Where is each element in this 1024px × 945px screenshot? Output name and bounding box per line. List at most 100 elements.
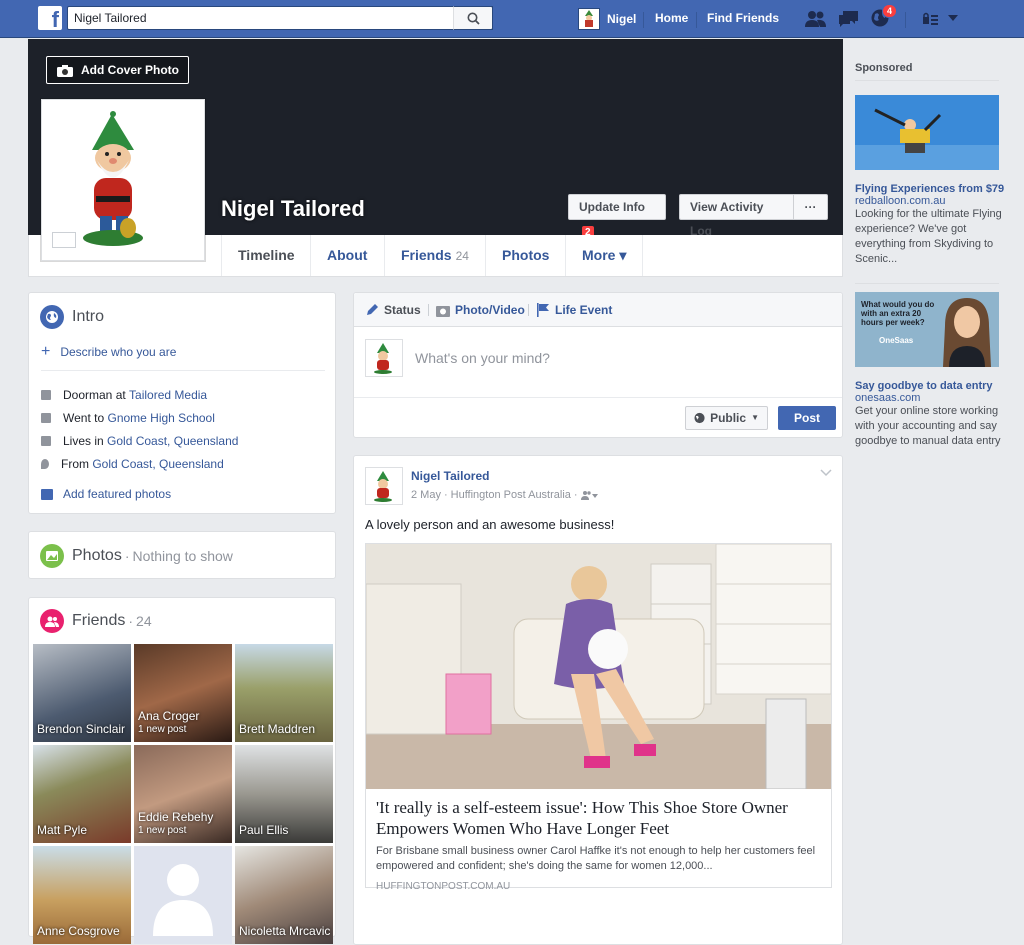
friend-tile[interactable]: Ana Croger 1 new post [134, 644, 232, 742]
tab-friends-label: Friends [401, 247, 452, 263]
ad-description: Get your online store working with your … [855, 405, 1001, 447]
tab-friends[interactable]: Friends 24 [384, 235, 485, 276]
tab-friends-count: 24 [455, 249, 469, 263]
lives-link[interactable]: Gold Coast, Queensland [107, 434, 238, 448]
post-composer: Status Photo/Video Life Event What's on … [353, 292, 843, 438]
tab-more[interactable]: More ▾ [565, 235, 644, 276]
ad-headline[interactable]: Flying Experiences from $79 [855, 183, 1005, 195]
composer-tab-photo-video[interactable]: Photo/Video [436, 303, 525, 317]
intro-card: Intro + Describe who you are Doorman at … [28, 292, 336, 514]
default-avatar-icon [153, 864, 213, 936]
composer-tab-life-event[interactable]: Life Event [536, 303, 612, 317]
friend-tile[interactable]: Matt Pyle [33, 745, 131, 843]
briefcase-icon [41, 390, 51, 400]
update-info-label: Update Info [579, 200, 645, 214]
account-menu-chevron-down-icon[interactable] [948, 15, 958, 22]
friends-audience-icon[interactable] [580, 490, 599, 500]
post-source[interactable]: Huffington Post Australia [451, 489, 571, 501]
friend-tile[interactable]: Anne Cosgrove [33, 846, 131, 944]
post-button[interactable]: Post [778, 406, 836, 430]
home-link[interactable]: Home [655, 0, 688, 38]
update-info-button[interactable]: Update Info2 [568, 194, 666, 239]
post-author-name[interactable]: Nigel Tailored [411, 469, 489, 483]
woman-portrait-image [943, 298, 991, 367]
ad-block[interactable]: Say goodbye to data entry onesaas.com Ge… [855, 380, 1005, 449]
messages-icon[interactable] [838, 9, 860, 29]
friend-tile[interactable] [134, 846, 232, 944]
from-link[interactable]: Gold Coast, Queensland [92, 457, 223, 471]
describe-who-you-are-link[interactable]: + Describe who you are [41, 343, 176, 361]
photos-empty-text: Nothing to show [132, 548, 233, 564]
tab-about[interactable]: About [310, 235, 383, 276]
search-input[interactable]: Nigel Tailored [67, 6, 493, 30]
link-domain: HUFFINGTONPOST.COM.AU [376, 881, 511, 892]
composer-avatar [365, 339, 403, 377]
ad-block[interactable]: Flying Experiences from $79 redballoon.c… [855, 183, 1005, 267]
friend-name: Ana Croger 1 new post [138, 709, 200, 736]
ad-headline[interactable]: Say goodbye to data entry [855, 380, 1005, 392]
post-date[interactable]: 2 May [411, 489, 441, 501]
nav-user-name: Nigel [607, 12, 637, 26]
post-author-avatar[interactable] [365, 467, 403, 505]
friend-tile[interactable]: Paul Ellis [235, 745, 333, 843]
friends-header[interactable]: Friends · 24 [40, 609, 152, 633]
privacy-shortcuts-icon[interactable] [922, 12, 940, 26]
sponsored-title: Sponsored [855, 62, 999, 81]
facebook-logo-icon[interactable]: f [38, 6, 62, 30]
friend-tile[interactable]: Nicoletta Mrcavic [235, 846, 333, 944]
link-preview[interactable]: 'It really is a self-esteem issue': How … [365, 543, 832, 892]
post-meta: 2 May · Huffington Post Australia · [411, 489, 599, 501]
location-pin-icon [41, 459, 49, 469]
photo-camera-icon [436, 305, 450, 317]
life-event-label: Life Event [555, 303, 613, 317]
tab-about-label: About [327, 247, 368, 263]
link-description: For Brisbane small business owner Carol … [376, 845, 816, 872]
profile-camera-icon[interactable] [52, 232, 76, 248]
work-place-link[interactable]: Tailored Media [129, 388, 207, 402]
ad-image[interactable] [855, 95, 999, 170]
add-cover-photo-button[interactable]: Add Cover Photo [46, 56, 189, 84]
profile-picture[interactable] [41, 99, 205, 261]
sponsored-section: Sponsored [855, 62, 999, 81]
search-button[interactable] [453, 6, 493, 30]
nav-divider [643, 12, 644, 28]
tab-photos[interactable]: Photos [485, 235, 565, 276]
friend-tile[interactable]: Brett Maddren [235, 644, 333, 742]
composer-tab-status[interactable]: Status [365, 303, 421, 317]
friend-requests-icon[interactable] [805, 9, 827, 29]
tab-photos-label: Photos [502, 247, 550, 263]
profile-name[interactable]: Nigel Tailored [221, 196, 365, 222]
add-cover-photo-label: Add Cover Photo [81, 63, 179, 77]
feed-post: Nigel Tailored 2 May · Huffington Post A… [353, 455, 843, 945]
nav-divider [696, 12, 697, 28]
friend-tile[interactable]: Eddie Rebehy 1 new post [134, 745, 232, 843]
more-options-button[interactable]: ··· [793, 194, 828, 220]
ad-url[interactable]: onesaas.com [855, 392, 1005, 404]
friends-title: Friends [72, 612, 126, 629]
school-icon [41, 413, 51, 423]
audience-selector[interactable]: Public ▼ [685, 406, 768, 430]
composer-input[interactable]: What's on your mind? [415, 350, 550, 366]
add-featured-photos-link[interactable]: Add featured photos [41, 487, 171, 501]
top-navigation-bar: f Nigel Tailored Nigel Home Find Friends… [0, 0, 1024, 38]
friends-icon [40, 609, 64, 633]
find-friends-link[interactable]: Find Friends [707, 0, 779, 38]
friend-name: Matt Pyle [37, 823, 88, 837]
photos-header[interactable]: Photos · Nothing to show [40, 544, 233, 568]
ad-url[interactable]: redballoon.com.au [855, 195, 1005, 207]
school-link[interactable]: Gnome High School [107, 411, 214, 425]
tab-timeline[interactable]: Timeline [221, 235, 311, 276]
friend-new-post: 1 new post [138, 724, 187, 735]
friend-tile[interactable]: Brendon Sinclair [33, 644, 131, 742]
post-options-chevron-icon[interactable] [820, 469, 832, 477]
divider [41, 370, 325, 371]
ad-image[interactable]: What would you do with an extra 20 hours… [855, 292, 999, 367]
chevron-down-icon: ▼ [751, 413, 759, 422]
intro-title: Intro [72, 308, 105, 325]
view-activity-log-button[interactable]: View Activity Log [679, 194, 794, 238]
intro-from: From Gold Coast, Queensland [41, 457, 224, 471]
featured-photos-icon [41, 488, 53, 500]
onesaas-logo: OneSaas [879, 336, 914, 345]
nav-profile-link[interactable]: Nigel [578, 7, 636, 31]
ad-image-text: What would you do with an extra 20 hours… [861, 300, 935, 327]
